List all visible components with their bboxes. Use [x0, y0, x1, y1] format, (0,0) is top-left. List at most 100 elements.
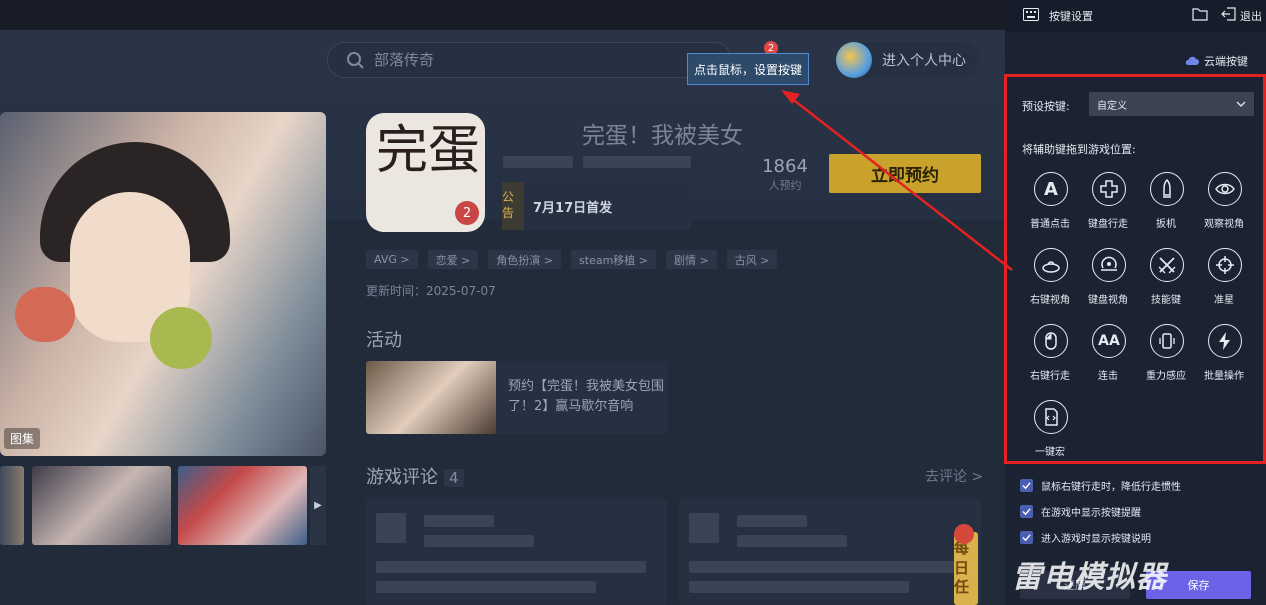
search-input[interactable]	[374, 51, 674, 69]
cloud-keymap-label: 云端按键	[1204, 55, 1248, 68]
tag-chip[interactable]: 恋爱 >	[427, 250, 479, 269]
key-keyboard-walk[interactable]: 键盘行走	[1076, 172, 1140, 242]
hero-image[interactable]: 图集	[0, 112, 326, 456]
blurred-avatar	[376, 513, 406, 543]
announcement-box: 公告 7月17日首发	[502, 182, 691, 230]
preset-select-value: 自定义	[1097, 100, 1127, 112]
crosshair-icon	[1208, 248, 1242, 282]
keymap-tooltip: 点击鼠标，设置按键	[687, 53, 809, 85]
game-tags: AVG > 恋爱 > 角色扮演 > steam移植 > 剧情 > 古风 >	[366, 250, 787, 269]
review-card[interactable]	[679, 499, 981, 605]
drag-hint: 将辅助键拖到游戏位置:	[1022, 143, 1136, 156]
key-label: 连击	[1098, 371, 1118, 382]
reviews-count: 4	[444, 469, 464, 487]
key-right-click-view[interactable]: 右键视角	[1018, 248, 1082, 318]
user-center-button[interactable]: 进入个人中心	[836, 42, 979, 78]
thumbnail[interactable]	[178, 466, 307, 545]
preset-label: 预设按键:	[1022, 100, 1070, 113]
game-icon: 完蛋 2	[366, 113, 485, 232]
lightning-icon	[1208, 324, 1242, 358]
chevron-down-icon	[1236, 101, 1246, 107]
update-time: 更新时间：2025-07-07	[366, 284, 496, 298]
exit-button[interactable]: 退出	[1240, 8, 1262, 24]
pear-shape	[150, 307, 212, 369]
review-card[interactable]	[366, 499, 667, 605]
key-observe-view[interactable]: 观察视角	[1192, 172, 1256, 242]
game-title: 完蛋！我被美女	[582, 123, 743, 149]
game-detail-page: 2 点击鼠标，设置按键 进入个人中心 图集 ▶ 完蛋 2 完蛋！我被美女 公告 …	[0, 0, 1005, 605]
avatar	[836, 42, 872, 78]
blurred-text	[737, 515, 807, 527]
option-show-key-guide[interactable]: 进入游戏时显示按键说明	[1020, 530, 1151, 545]
tag-chip[interactable]: steam移植 >	[571, 250, 657, 269]
game-icon-number: 2	[455, 201, 479, 225]
announcement-text: 7月17日首发	[533, 200, 613, 216]
cloud-icon	[1185, 56, 1199, 65]
tag-chip[interactable]: 角色扮演 >	[488, 250, 562, 269]
thumbnail[interactable]	[32, 466, 171, 545]
app-top-bar	[0, 0, 1005, 30]
key-combo[interactable]: AA 连击	[1076, 324, 1140, 394]
phone-tilt-icon	[1150, 324, 1184, 358]
preset-select[interactable]: 自定义	[1089, 92, 1254, 116]
macro-script-icon	[1034, 400, 1068, 434]
blurred-text	[503, 156, 573, 168]
key-crosshair[interactable]: 准星	[1192, 248, 1256, 318]
option-label: 在游戏中显示按键提醒	[1041, 508, 1141, 519]
key-right-click-walk[interactable]: 右键行走	[1018, 324, 1082, 394]
key-keyboard-view[interactable]: 键盘视角	[1076, 248, 1140, 318]
activity-image	[366, 361, 496, 434]
daily-task-widget[interactable]: 每日任	[954, 524, 978, 605]
game-icon-text: 完蛋	[376, 121, 481, 181]
thumbnail-next-icon[interactable]: ▶	[310, 466, 326, 545]
blurred-text	[376, 561, 646, 573]
checkbox-checked-icon[interactable]	[1020, 531, 1033, 544]
exit-icon[interactable]	[1221, 7, 1237, 21]
crossed-swords-icon	[1150, 248, 1184, 282]
search-box[interactable]	[327, 42, 732, 78]
daily-task-dot	[954, 524, 974, 544]
daily-task-label: 每日任	[954, 539, 970, 597]
key-label: 键盘行走	[1088, 219, 1128, 230]
key-palette: A 普通点击 键盘行走 扳机 观察视角 右键视角 键盘视角 技能键 准星 右键行…	[1018, 172, 1258, 458]
option-reduce-inertia[interactable]: 鼠标右键行走时，降低行走惯性	[1020, 478, 1181, 493]
tag-chip[interactable]: 古风 >	[726, 250, 778, 269]
key-skill[interactable]: 技能键	[1134, 248, 1198, 318]
key-tap[interactable]: A 普通点击	[1018, 172, 1082, 242]
key-label: 右键视角	[1030, 295, 1070, 306]
key-gravity[interactable]: 重力感应	[1134, 324, 1198, 394]
key-trigger[interactable]: 扳机	[1134, 172, 1198, 242]
gallery-label: 图集	[4, 428, 41, 449]
tag-chip[interactable]: AVG >	[366, 250, 418, 269]
checkbox-checked-icon[interactable]	[1020, 505, 1033, 518]
key-label: 批量操作	[1204, 371, 1244, 382]
option-label: 进入游戏时显示按键说明	[1041, 534, 1151, 545]
rotate-view-icon	[1034, 248, 1068, 282]
option-show-key-hints[interactable]: 在游戏中显示按键提醒	[1020, 504, 1141, 519]
eye-icon	[1208, 172, 1242, 206]
reserve-button[interactable]: 立即预约	[829, 154, 981, 193]
blurred-text	[737, 535, 847, 547]
bullet-icon	[1150, 172, 1184, 206]
double-a-icon: AA	[1092, 324, 1126, 358]
key-label: 普通点击	[1030, 219, 1070, 230]
cloud-keymap-button[interactable]: 云端按键	[1185, 53, 1248, 69]
announcement-label: 公告	[502, 182, 524, 230]
key-macro[interactable]: 一键宏	[1018, 400, 1082, 470]
folder-icon[interactable]	[1192, 7, 1208, 21]
blurred-text	[689, 561, 959, 573]
write-review-link[interactable]: 去评论 >	[925, 466, 983, 486]
checkbox-checked-icon[interactable]	[1020, 479, 1033, 492]
option-label: 鼠标右键行走时，降低行走惯性	[1041, 482, 1181, 493]
blurred-text	[689, 581, 909, 593]
thumbnail[interactable]	[0, 466, 24, 545]
activity-text: 预约【完蛋！我被美女包围了！2】赢马歇尔音响	[508, 379, 665, 414]
letter-a-icon: A	[1034, 172, 1068, 206]
activity-card[interactable]: 预约【完蛋！我被美女包围了！2】赢马歇尔音响	[366, 361, 668, 434]
key-label: 观察视角	[1204, 219, 1244, 230]
tag-chip[interactable]: 剧情 >	[666, 250, 717, 269]
key-label: 重力感应	[1146, 371, 1186, 382]
mouse-icon	[1034, 324, 1068, 358]
key-batch[interactable]: 批量操作	[1192, 324, 1256, 394]
panel-header: 按键设置 退出	[1005, 0, 1266, 32]
